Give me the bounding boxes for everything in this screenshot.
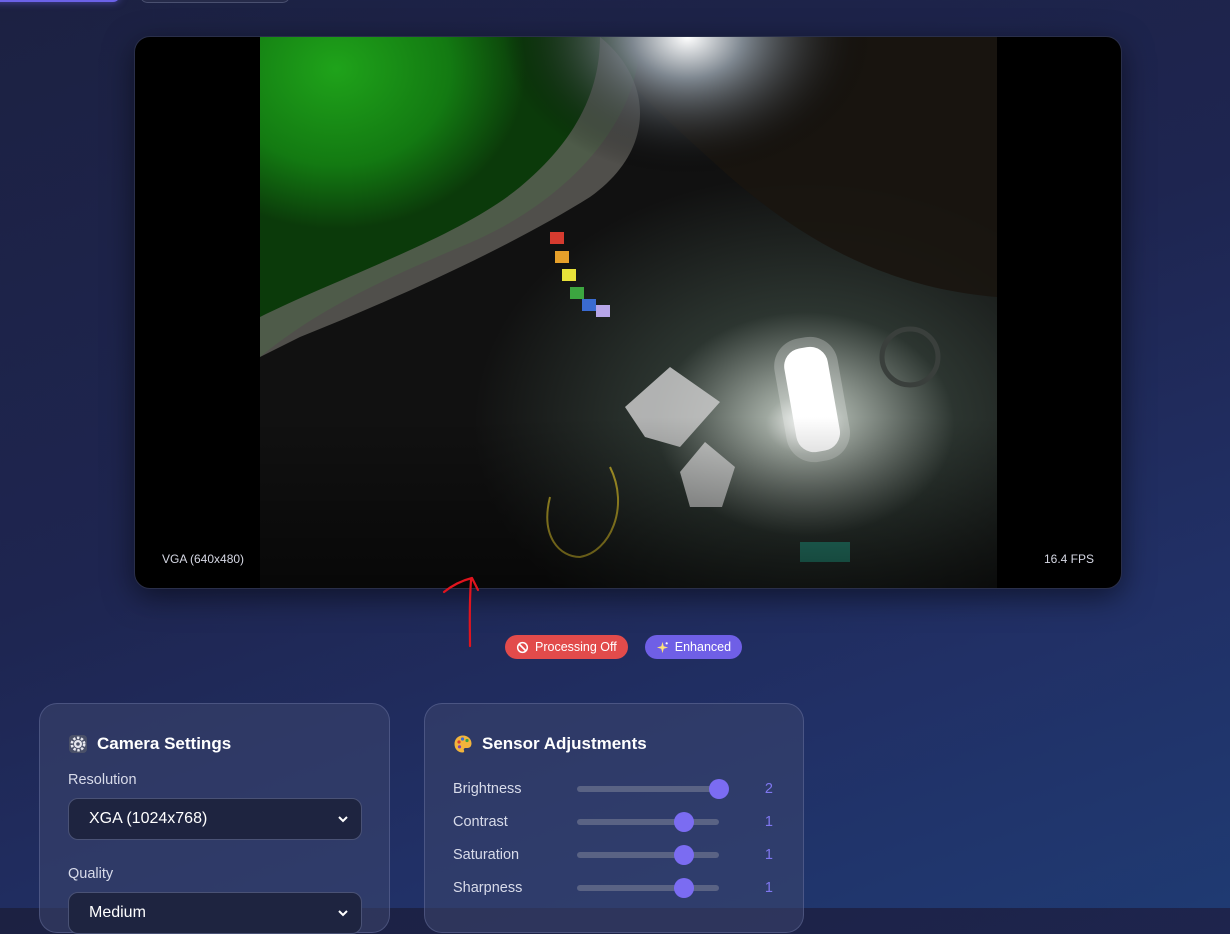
- tab-live[interactable]: [0, 0, 120, 2]
- enhanced-badge[interactable]: Enhanced: [644, 635, 743, 659]
- saturation-value: 1: [764, 846, 773, 863]
- saturation-slider-thumb[interactable]: [673, 844, 694, 865]
- arrow-annotation-icon: [442, 576, 480, 648]
- enhanced-label: Enhanced: [674, 640, 732, 654]
- camera-settings-title: Camera Settings: [68, 734, 361, 754]
- brightness-label: Brightness: [453, 780, 522, 797]
- slider-row-brightness: Brightness 2: [453, 772, 775, 805]
- chevron-down-icon: [338, 910, 348, 917]
- contrast-label: Contrast: [453, 813, 508, 830]
- palette-icon: [453, 734, 473, 754]
- sharpness-value: 1: [764, 879, 773, 896]
- camera-feed-image: [260, 37, 997, 588]
- brightness-value: 2: [764, 780, 773, 797]
- video-stream-frame: VGA (640x480) 16.4 FPS: [134, 36, 1122, 589]
- contrast-slider-thumb[interactable]: [673, 811, 694, 832]
- no-entry-icon: [516, 641, 529, 654]
- gear-icon: [68, 734, 88, 754]
- sparkles-icon: [656, 641, 669, 654]
- quality-label: Quality: [68, 866, 114, 882]
- contrast-slider[interactable]: [577, 811, 719, 832]
- processing-off-badge[interactable]: Processing Off: [505, 635, 628, 659]
- sharpness-slider[interactable]: [577, 877, 719, 898]
- slider-row-saturation: Saturation 1: [453, 838, 775, 871]
- saturation-label: Saturation: [453, 846, 520, 863]
- tab-secondary[interactable]: [140, 0, 290, 3]
- resolution-overlay: VGA (640x480): [162, 552, 245, 566]
- status-badges: Processing Off Enhanced: [505, 635, 743, 659]
- saturation-slider[interactable]: [577, 844, 719, 865]
- sensor-adjustments-title: Sensor Adjustments: [453, 734, 775, 754]
- resolution-select-value: XGA (1024x768): [89, 810, 208, 827]
- quality-select-value: Medium: [89, 904, 146, 921]
- sensor-sliders: Brightness 2 Contrast 1 Saturation 1 Sharpness…: [453, 772, 775, 904]
- chevron-down-icon: [338, 816, 348, 823]
- brightness-slider-thumb[interactable]: [709, 778, 729, 799]
- resolution-label: Resolution: [68, 772, 137, 788]
- quality-select[interactable]: Medium: [68, 892, 362, 934]
- sharpness-label: Sharpness: [453, 879, 523, 896]
- sharpness-slider-thumb[interactable]: [673, 877, 694, 898]
- processing-off-label: Processing Off: [535, 640, 617, 654]
- sensor-adjustments-panel: Sensor Adjustments Brightness 2 Contrast 1 S…: [424, 703, 804, 933]
- fps-counter: 16.4 FPS: [1043, 552, 1094, 566]
- camera-settings-panel: Camera Settings Resolution XGA (1024x768…: [39, 703, 390, 934]
- brightness-slider[interactable]: [577, 778, 729, 799]
- slider-row-sharpness: Sharpness 1: [453, 871, 775, 904]
- slider-row-contrast: Contrast 1: [453, 805, 775, 838]
- contrast-value: 1: [764, 813, 773, 830]
- resolution-select[interactable]: XGA (1024x768): [68, 798, 362, 840]
